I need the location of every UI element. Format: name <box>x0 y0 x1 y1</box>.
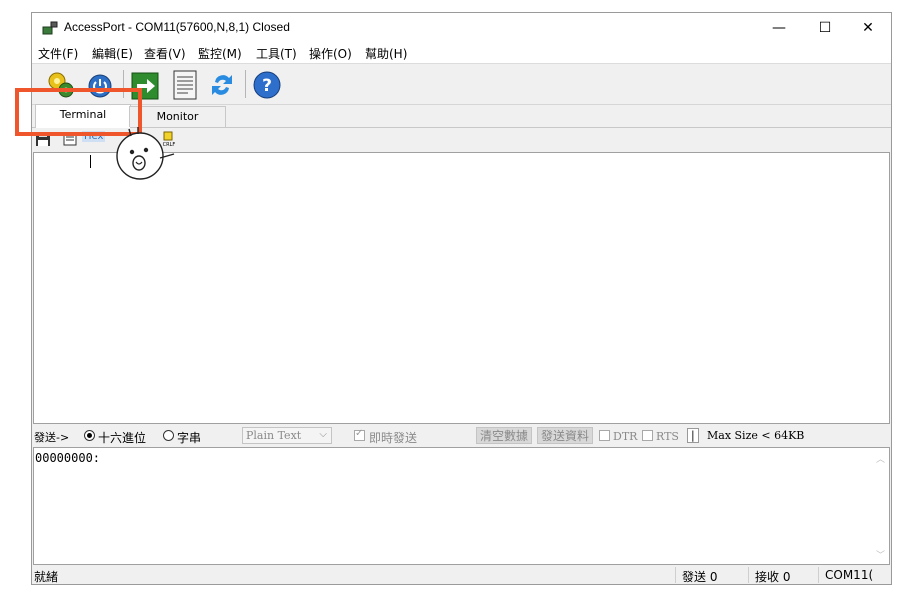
svg-text:?: ? <box>262 76 272 96</box>
realtime-send-checkbox[interactable] <box>354 428 365 441</box>
editor-scrollbar[interactable]: ︿ ﹀ <box>873 448 889 564</box>
tab-strip: Terminal Monitor <box>32 104 891 128</box>
help-icon[interactable]: ? <box>251 69 283 101</box>
chevron-down-icon: ⌵ <box>319 429 327 440</box>
format-select[interactable]: Plain Text ⌵ <box>242 427 332 444</box>
scroll-up-icon[interactable]: ︿ <box>876 452 885 465</box>
radio-char[interactable] <box>163 430 174 441</box>
menu-bar: 文件(F) 編輯(E) 查看(V) 監控(M) 工具(T) 操作(O) 幫助(H… <box>32 43 891 64</box>
menu-edit[interactable]: 編輯(E) <box>92 45 133 62</box>
send-label: 發送-> <box>34 431 70 444</box>
realtime-send-label: 即時發送 <box>369 431 418 445</box>
editor-text: 00000000: <box>35 451 101 465</box>
rts-checkbox[interactable] <box>642 430 653 441</box>
main-toolbar: ? <box>32 64 891 105</box>
cartoon-mascot-icon <box>116 127 175 180</box>
text-caret <box>90 155 91 168</box>
status-received: 接收 0 <box>755 570 791 584</box>
format-select-value: Plain Text <box>246 429 302 442</box>
dtr-checkbox[interactable] <box>599 430 610 441</box>
maximize-button[interactable]: ☐ <box>802 13 848 43</box>
radio-char-label: 字串 <box>177 431 202 445</box>
tab-monitor[interactable]: Monitor <box>129 106 226 127</box>
send-editor[interactable]: 00000000: ︿ ﹀ <box>33 447 890 565</box>
dtr-label: DTR <box>613 430 638 443</box>
separator-toggle[interactable]: | <box>687 428 699 443</box>
refresh-arrows-icon[interactable] <box>206 69 238 101</box>
scroll-down-icon[interactable]: ﹀ <box>876 548 885 561</box>
window-title: AccessPort - COM11(57600,N,8,1) Closed <box>64 20 290 34</box>
menu-file[interactable]: 文件(F) <box>38 45 78 62</box>
terminal-output[interactable] <box>33 152 890 424</box>
radio-hex[interactable] <box>84 430 95 441</box>
clear-data-button[interactable]: 清空數據 <box>476 427 533 444</box>
minimize-button[interactable]: — <box>756 13 802 43</box>
send-bar: 發送-> 十六進位 字串 Plain Text ⌵ 即時發送 清空數據 發送資料… <box>32 426 891 446</box>
close-button[interactable]: ✕ <box>845 13 891 43</box>
menu-view[interactable]: 查看(V) <box>144 45 186 62</box>
status-sent: 發送 0 <box>682 570 718 584</box>
title-bar: AccessPort - COM11(57600,N,8,1) Closed —… <box>32 13 891 43</box>
status-bar: 就緒 發送 0 接收 0 COM11( <box>32 566 891 584</box>
send-data-button[interactable]: 發送資料 <box>537 427 594 444</box>
max-size-label: Max Size < 64KB <box>707 429 805 442</box>
menu-tools[interactable]: 工具(T) <box>256 45 297 62</box>
menu-operate[interactable]: 操作(O) <box>309 45 352 62</box>
document-icon[interactable] <box>168 69 200 101</box>
app-icon <box>42 21 58 35</box>
status-port: COM11( <box>825 568 874 582</box>
status-ready: 就緒 <box>34 570 59 584</box>
rts-label: RTS <box>656 430 679 443</box>
menu-monitor[interactable]: 監控(M) <box>198 45 242 62</box>
radio-hex-label: 十六進位 <box>98 431 147 445</box>
menu-help[interactable]: 幫助(H) <box>365 45 407 62</box>
app-window: AccessPort - COM11(57600,N,8,1) Closed —… <box>31 12 892 585</box>
